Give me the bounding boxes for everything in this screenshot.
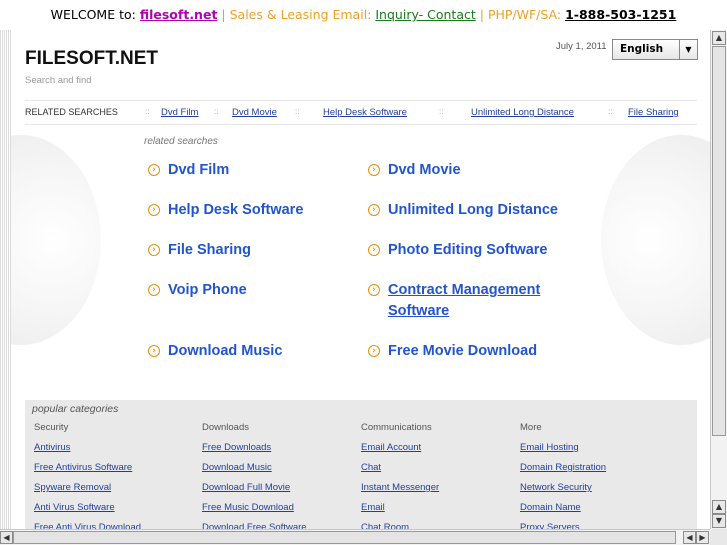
triangle-down-icon[interactable]: ▼ [712, 514, 726, 528]
vertical-scroll-thumb[interactable] [712, 46, 726, 436]
related-searches-heading: related searches [144, 136, 218, 147]
inquiry-contact-link[interactable]: Inquiry- Contact [375, 7, 475, 22]
site-tagline: Search and find [25, 75, 92, 86]
php-label: PHP/WF/SA: [487, 7, 562, 22]
category-title: More [520, 422, 542, 433]
category-link[interactable]: Antivirus [34, 441, 141, 461]
category-title: Communications [361, 422, 432, 433]
category-link[interactable]: Instant Messenger [361, 481, 439, 501]
separator: :: [608, 107, 613, 116]
separator: :: [295, 107, 300, 116]
category-link[interactable]: Spyware Removal [34, 481, 141, 501]
related-bar-link[interactable]: Dvd Movie [232, 107, 277, 118]
category-link[interactable]: Free Anti Virus Download [34, 521, 141, 529]
related-link[interactable]: Voip Phone [168, 280, 247, 301]
vertical-scrollbar[interactable]: ▲ ▲ ▼ [710, 30, 727, 529]
page-viewport: FILESOFT.NET Search and find July 1, 201… [11, 30, 710, 529]
category-link[interactable]: Email Hosting [520, 441, 606, 461]
related-link[interactable]: File Sharing [168, 240, 251, 261]
horizontal-scrollbar[interactable]: ◀ ◀ ▶ [0, 529, 710, 545]
arrow-circle-icon: › [148, 284, 160, 296]
category-link[interactable]: Free Antivirus Software [34, 461, 141, 481]
triangle-up-icon[interactable]: ▲ [712, 500, 726, 514]
arrow-circle-icon: › [368, 284, 380, 296]
category-column: Communications Email Account Chat Instan… [361, 421, 439, 529]
related-searches-label: RELATED SEARCHES [25, 107, 118, 117]
related-link[interactable]: Contract Management Software [388, 280, 568, 322]
left-frame-border [0, 30, 11, 529]
category-link[interactable]: Domain Name [520, 501, 606, 521]
category-title: Security [34, 422, 69, 433]
welcome-prefix: WELCOME to: [50, 7, 136, 22]
arrow-circle-icon: › [368, 164, 380, 176]
decorative-orb-right [601, 135, 710, 345]
triangle-left-icon[interactable]: ◀ [683, 531, 696, 544]
category-link[interactable]: Free Downloads [202, 441, 307, 461]
popular-categories-heading: popular categories [32, 403, 119, 415]
chevron-down-icon[interactable]: ▼ [679, 40, 697, 59]
separator: :: [439, 107, 444, 116]
category-link[interactable]: Chat Room [361, 521, 439, 529]
category-column: More Email Hosting Domain Registration N… [520, 421, 606, 529]
sales-label: Sales & Leasing Email: [229, 7, 372, 22]
language-value: English [620, 43, 664, 55]
separator: :: [145, 107, 150, 116]
site-title[interactable]: FILESOFT.NET [25, 48, 158, 70]
related-link[interactable]: Help Desk Software [168, 200, 303, 221]
language-select[interactable]: English ▼ [612, 39, 698, 60]
arrow-circle-icon: › [368, 345, 380, 357]
scrollbar-corner [710, 529, 727, 545]
category-link[interactable]: Network Security [520, 481, 606, 501]
category-link[interactable]: Email [361, 501, 439, 521]
category-link[interactable]: Email Account [361, 441, 439, 461]
welcome-separator: | [221, 7, 226, 22]
arrow-circle-icon: › [148, 345, 160, 357]
date-label: July 1, 2011 [556, 41, 607, 52]
phone-link[interactable]: 1-888-503-1251 [565, 7, 676, 22]
decorative-orb-left [11, 135, 101, 345]
related-link[interactable]: Unlimited Long Distance [388, 200, 558, 221]
horizontal-scroll-thumb[interactable] [13, 531, 676, 544]
related-searches-bar: RELATED SEARCHES :: Dvd Film :: Dvd Movi… [25, 100, 697, 125]
welcome-separator: | [479, 7, 484, 22]
category-link[interactable]: Download Full Movie [202, 481, 307, 501]
triangle-right-icon[interactable]: ▶ [696, 531, 709, 544]
category-link[interactable]: Chat [361, 461, 439, 481]
arrow-circle-icon: › [148, 164, 160, 176]
related-link[interactable]: Free Movie Download [388, 341, 537, 362]
category-link[interactable]: Anti Virus Software [34, 501, 141, 521]
related-bar-link[interactable]: Unlimited Long Distance [471, 107, 574, 118]
separator: :: [214, 107, 219, 116]
category-link[interactable]: Proxy Servers [520, 521, 606, 529]
triangle-left-icon[interactable]: ◀ [0, 531, 13, 544]
category-link[interactable]: Free Music Download [202, 501, 307, 521]
triangle-up-icon[interactable]: ▲ [712, 31, 726, 45]
category-title: Downloads [202, 422, 249, 433]
related-link[interactable]: Dvd Movie [388, 160, 461, 181]
arrow-circle-icon: › [368, 204, 380, 216]
related-bar-link[interactable]: File Sharing [628, 107, 679, 118]
domain-link[interactable]: filesoft.net [140, 7, 218, 22]
category-column: Security Antivirus Free Antivirus Softwa… [34, 421, 141, 529]
arrow-circle-icon: › [148, 244, 160, 256]
related-bar-link[interactable]: Help Desk Software [323, 107, 407, 118]
arrow-circle-icon: › [368, 244, 380, 256]
related-link[interactable]: Dvd Film [168, 160, 229, 181]
category-column: Downloads Free Downloads Download Music … [202, 421, 307, 529]
related-bar-link[interactable]: Dvd Film [161, 107, 198, 118]
category-link[interactable]: Download Music [202, 461, 307, 481]
popular-categories: popular categories Security Antivirus Fr… [25, 400, 697, 529]
category-link[interactable]: Download Free Software [202, 521, 307, 529]
welcome-bar: WELCOME to: filesoft.net | Sales & Leasi… [0, 0, 727, 30]
category-link[interactable]: Domain Registration [520, 461, 606, 481]
related-link[interactable]: Download Music [168, 341, 282, 362]
arrow-circle-icon: › [148, 204, 160, 216]
related-link[interactable]: Photo Editing Software [388, 240, 548, 261]
